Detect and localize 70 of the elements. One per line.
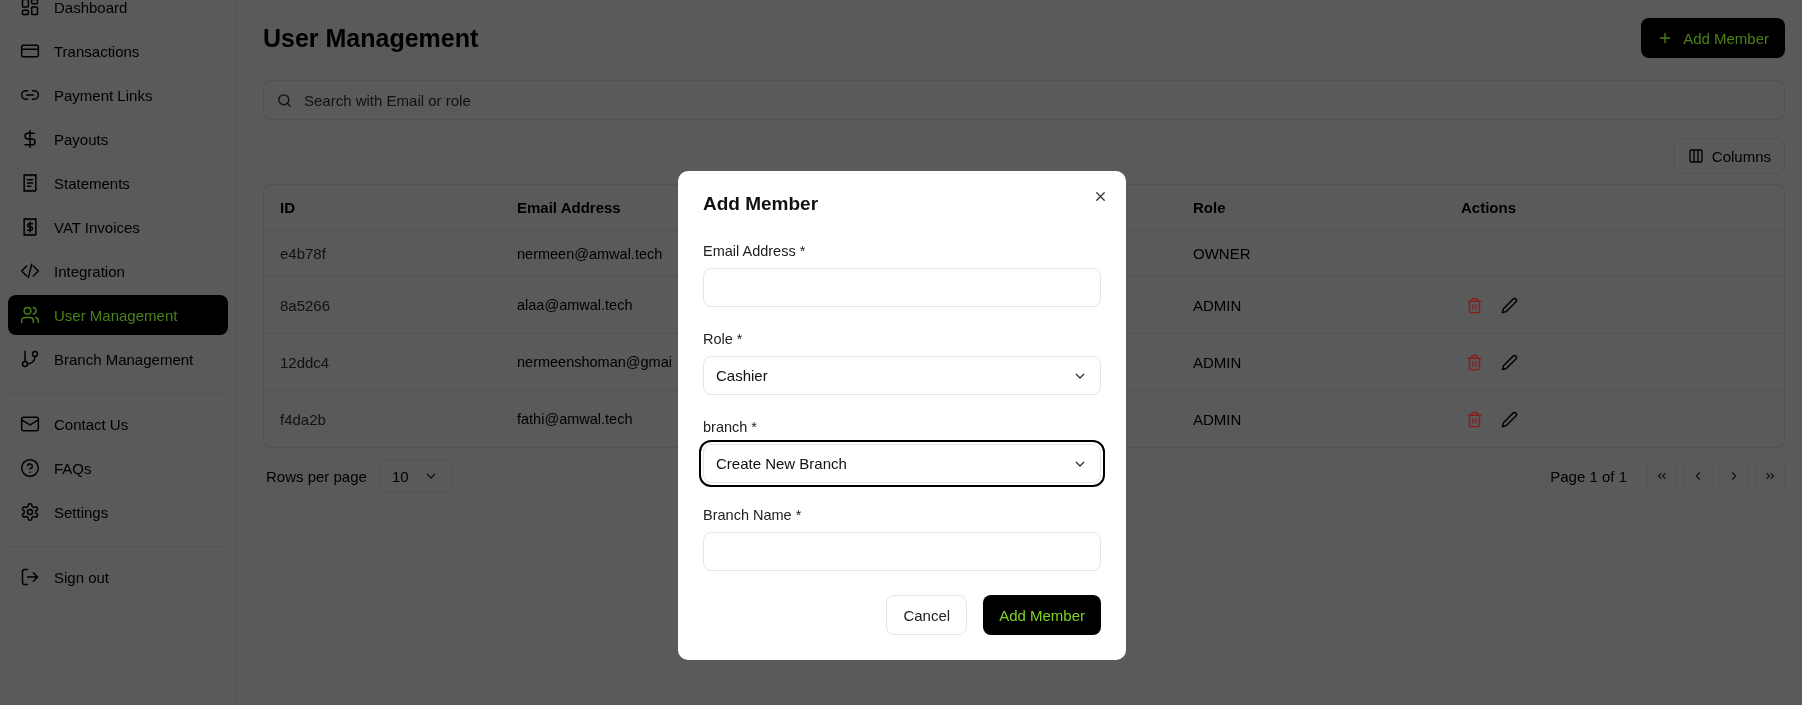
sidebar-item[interactable]: VAT Invoices <box>8 207 228 247</box>
dialog-title: Add Member <box>703 193 820 215</box>
column-header: Email Address <box>517 199 621 216</box>
page-indicator: Page 1 of 1 <box>1550 467 1627 485</box>
search-field[interactable]: Search with Email or role <box>263 80 1785 120</box>
sidebar-item[interactable]: Statements <box>8 163 228 203</box>
table-cell: OWNER <box>1193 245 1251 262</box>
columns-button[interactable]: Columns <box>1673 138 1785 174</box>
page-title: User Management <box>263 23 479 53</box>
cancel-button[interactable]: Cancel <box>886 595 968 635</box>
sidebar-item[interactable]: Integration <box>8 251 228 291</box>
pencil-icon[interactable] <box>1501 353 1518 371</box>
table-cell: ADMIN <box>1193 296 1242 314</box>
sidebar-item[interactable]: Sign out <box>8 557 228 597</box>
sidebar-item[interactable]: Payouts <box>8 119 228 159</box>
sidebar-item[interactable]: Dashboard <box>8 0 228 27</box>
column-header: ID <box>280 199 295 216</box>
rows-per-page-label: Rows per page <box>266 467 367 485</box>
previous-page-button[interactable] <box>1683 461 1713 491</box>
field-label: Email Address * <box>703 243 807 259</box>
columns-icon <box>1687 148 1704 164</box>
input-field[interactable] <box>703 268 1101 307</box>
table-cell: alaa@amwal.tech <box>517 297 633 313</box>
table-cell: ADMIN <box>1193 410 1242 428</box>
help-icon <box>20 458 40 478</box>
trash-icon[interactable] <box>1466 410 1483 428</box>
trash-icon[interactable] <box>1466 296 1483 314</box>
table-cell: 8a5266 <box>280 296 331 314</box>
close-icon[interactable] <box>1093 189 1108 204</box>
search-icon <box>276 92 293 109</box>
receipt-icon <box>20 173 40 193</box>
sidebar-item[interactable]: Payment Links <box>8 75 228 115</box>
users-icon <box>20 305 40 325</box>
sidebar-item[interactable]: Settings <box>8 492 228 532</box>
field-label: Role * <box>703 331 744 347</box>
select-field[interactable]: Cashier <box>703 356 1101 395</box>
credit-card-icon <box>20 41 40 61</box>
sidebar-item[interactable]: Branch Management <box>8 339 228 379</box>
settings-icon <box>20 502 40 522</box>
add-member-button[interactable]: Add Member <box>1641 18 1785 58</box>
sidebar-item[interactable]: Transactions <box>8 31 228 71</box>
table-cell: nermeen@amwal.tech <box>517 245 663 262</box>
first-page-button[interactable] <box>1647 461 1677 491</box>
table-cell: fathi@amwal.tech <box>517 411 633 427</box>
last-page-button[interactable] <box>1755 461 1785 491</box>
field-label: branch * <box>703 419 758 435</box>
next-page-button[interactable] <box>1719 461 1749 491</box>
code-icon <box>20 261 40 281</box>
table-cell: e4b78f <box>280 245 326 262</box>
field-label: Branch Name * <box>703 507 803 523</box>
column-header: Role <box>1193 199 1226 216</box>
dollar-receipt-icon <box>20 217 40 237</box>
sign-out-icon <box>20 567 40 587</box>
input-field[interactable] <box>703 532 1101 571</box>
sidebar-item[interactable]: User Management <box>8 295 228 335</box>
column-header: Actions <box>1461 199 1516 216</box>
mail-icon <box>20 414 40 434</box>
git-branch-icon <box>20 349 40 369</box>
table-cell: 12ddc4 <box>280 353 330 371</box>
table-cell: f4da2b <box>280 410 326 428</box>
rows-per-page-select[interactable]: 10 <box>378 460 452 492</box>
table-cell: ADMIN <box>1193 353 1242 371</box>
add-member-submit-button[interactable]: Add Member <box>983 595 1101 635</box>
sidebar-item[interactable]: FAQs <box>8 448 228 488</box>
table-cell: nermeenshoman@gmai <box>517 354 672 370</box>
pencil-icon[interactable] <box>1501 410 1518 428</box>
trash-icon[interactable] <box>1466 353 1483 371</box>
pencil-icon[interactable] <box>1501 296 1518 314</box>
dashboard-icon <box>20 0 40 17</box>
sidebar-item[interactable]: Contact Us <box>8 404 228 444</box>
